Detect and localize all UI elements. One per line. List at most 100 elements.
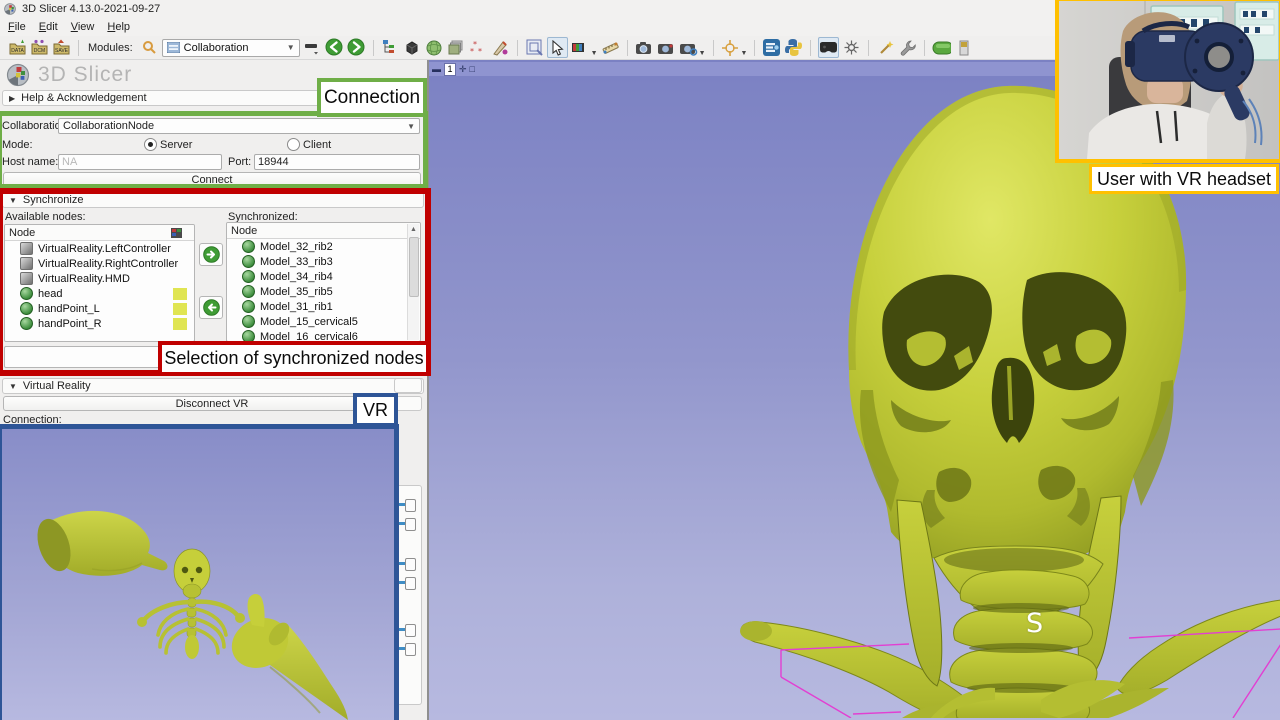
vr-slider[interactable] xyxy=(396,498,422,511)
vr-slider[interactable] xyxy=(396,623,422,636)
synchronized-nodes-rows: Model_32_rib2 Model_33_rib3 Model_34_rib… xyxy=(227,239,409,342)
modules-label: Modules: xyxy=(88,42,133,54)
connect-button[interactable]: Connect xyxy=(3,172,421,187)
toolbar-separator xyxy=(627,40,628,56)
toolbar-separator xyxy=(810,40,811,56)
synchronized-node-row[interactable]: Model_33_rib3 xyxy=(227,254,409,269)
help-section-label: Help & Acknowledgement xyxy=(21,92,146,104)
add-to-synchronized-button[interactable] xyxy=(199,243,223,266)
paint-icon[interactable] xyxy=(954,38,973,57)
node-name: Model_33_rib3 xyxy=(260,256,333,268)
markups-icon[interactable]: *** xyxy=(469,38,488,57)
toolbar-separator xyxy=(754,40,755,56)
toolbar-separator xyxy=(78,40,79,56)
virtual-reality-section-label: Virtual Reality xyxy=(23,380,91,392)
menu-item[interactable]: Help xyxy=(107,21,130,33)
layers-icon[interactable] xyxy=(447,38,466,57)
synchronized-node-row[interactable]: Model_15_cervical5 xyxy=(227,314,409,329)
synchronize-section[interactable]: ▼ Synchronize xyxy=(2,192,424,208)
available-nodes-list[interactable]: Node VirtualReality.LeftController Virtu… xyxy=(4,224,195,342)
chevron-down-icon[interactable]: ▼ xyxy=(741,50,748,59)
synchronized-node-row[interactable]: Model_16_cervical6 xyxy=(227,329,409,342)
synchronized-node-row[interactable]: Model_34_rib4 xyxy=(227,269,409,284)
vr-headset-icon[interactable] xyxy=(818,37,839,58)
svg-text:*: * xyxy=(470,47,474,56)
python-console-icon[interactable] xyxy=(784,38,803,57)
vr-slider[interactable] xyxy=(396,642,422,655)
node-color-swatch[interactable] xyxy=(173,303,187,315)
module-selector[interactable]: Collaboration ▼ xyxy=(162,39,300,57)
virtual-reality-section[interactable]: ▼ Virtual Reality xyxy=(2,378,424,394)
chevron-down-icon[interactable]: ▼ xyxy=(699,50,706,59)
available-node-row[interactable]: VirtualReality.RightController xyxy=(5,256,194,271)
available-node-row[interactable]: VirtualReality.LeftController xyxy=(5,241,194,256)
available-node-row[interactable]: handPoint_L xyxy=(5,301,194,316)
back-icon[interactable] xyxy=(325,38,344,57)
synchronized-node-row[interactable]: Model_31_rib1 xyxy=(227,299,409,314)
screenshot-icon[interactable] xyxy=(525,38,544,57)
scrollbar-thumb[interactable] xyxy=(409,237,419,297)
toolbar-separator xyxy=(924,40,925,56)
magic-wand-icon[interactable] xyxy=(876,38,895,57)
vr-slider[interactable] xyxy=(396,557,422,570)
help-acknowledgement-section[interactable]: ▶ Help & Acknowledgement xyxy=(2,90,424,106)
vr-slider[interactable] xyxy=(396,576,422,589)
available-node-row[interactable]: handPoint_R xyxy=(5,316,194,331)
mouse-pointer-icon[interactable] xyxy=(547,37,568,58)
remove-from-synchronized-button[interactable] xyxy=(199,296,223,319)
crosshair-icon[interactable] xyxy=(721,38,740,57)
radio-unselected-icon xyxy=(287,138,300,151)
models-sphere-icon[interactable] xyxy=(425,38,444,57)
capture-video-icon[interactable] xyxy=(657,38,676,57)
save-icon[interactable]: SAVE xyxy=(52,38,71,57)
capsule-icon[interactable] xyxy=(932,38,951,57)
vr-preview-view[interactable] xyxy=(2,429,394,720)
volume-cube-icon[interactable] xyxy=(403,38,422,57)
threed-view[interactable]: ▬ 1 ✛ □ S xyxy=(427,60,1280,720)
menu-item[interactable]: File xyxy=(8,21,26,33)
menu-item[interactable]: View xyxy=(71,21,95,33)
svg-text:DATA: DATA xyxy=(11,48,24,54)
node-color-swatch[interactable] xyxy=(173,288,187,300)
capture-sequence-icon[interactable] xyxy=(679,38,698,57)
list-scrollbar[interactable]: ▲ xyxy=(407,224,419,340)
load-dicom-icon[interactable]: DCM xyxy=(30,38,49,57)
node-column-header: Node xyxy=(9,227,35,239)
vr-settings-icon[interactable] xyxy=(842,38,861,57)
server-radio[interactable] xyxy=(144,138,157,152)
server-radio-label[interactable]: Server xyxy=(160,139,192,151)
forward-icon[interactable] xyxy=(347,38,366,57)
menu-item[interactable]: Edit xyxy=(39,21,58,33)
pin-icon[interactable]: ▬ xyxy=(432,64,441,75)
node-name: VirtualReality.HMD xyxy=(38,273,130,285)
view-crosshair-icon[interactable]: ✛ xyxy=(459,64,467,75)
client-radio-label[interactable]: Client xyxy=(303,139,331,151)
window-level-icon[interactable] xyxy=(571,38,590,57)
module-search-icon[interactable] xyxy=(140,38,159,57)
port-input[interactable] xyxy=(254,154,420,170)
load-data-icon[interactable]: DATA xyxy=(8,38,27,57)
collaboration-node-selector[interactable]: CollaborationNode ▼ xyxy=(58,118,420,134)
ruler-icon[interactable] xyxy=(601,38,620,57)
scroll-up-icon[interactable]: ▲ xyxy=(408,224,419,235)
module-history-icon[interactable] xyxy=(303,38,322,57)
node-color-swatch[interactable] xyxy=(173,318,187,330)
chevron-down-icon: ▼ xyxy=(9,382,17,391)
transforms-icon[interactable] xyxy=(491,38,510,57)
synchronized-node-row[interactable]: Model_32_rib2 xyxy=(227,239,409,254)
svg-text:DCM: DCM xyxy=(34,48,45,54)
available-node-row[interactable]: head xyxy=(5,286,194,301)
vr-slider[interactable] xyxy=(396,517,422,530)
extensions-icon[interactable] xyxy=(762,38,781,57)
synchronized-nodes-list[interactable]: Node Model_32_rib2 Model_33_rib3 xyxy=(226,222,421,342)
disconnect-vr-button[interactable]: Disconnect VR xyxy=(3,396,421,411)
available-node-row[interactable]: VirtualReality.HMD xyxy=(5,271,194,286)
module-hierarchy-icon[interactable] xyxy=(381,38,400,57)
chevron-down-icon[interactable]: ▼ xyxy=(591,50,598,59)
client-radio[interactable] xyxy=(287,138,300,152)
host-name-input[interactable] xyxy=(58,154,222,170)
capture-camera-icon[interactable] xyxy=(635,38,654,57)
maximize-view-icon[interactable]: □ xyxy=(470,64,475,75)
synchronized-node-row[interactable]: Model_35_rib5 xyxy=(227,284,409,299)
wrench-icon[interactable] xyxy=(898,38,917,57)
